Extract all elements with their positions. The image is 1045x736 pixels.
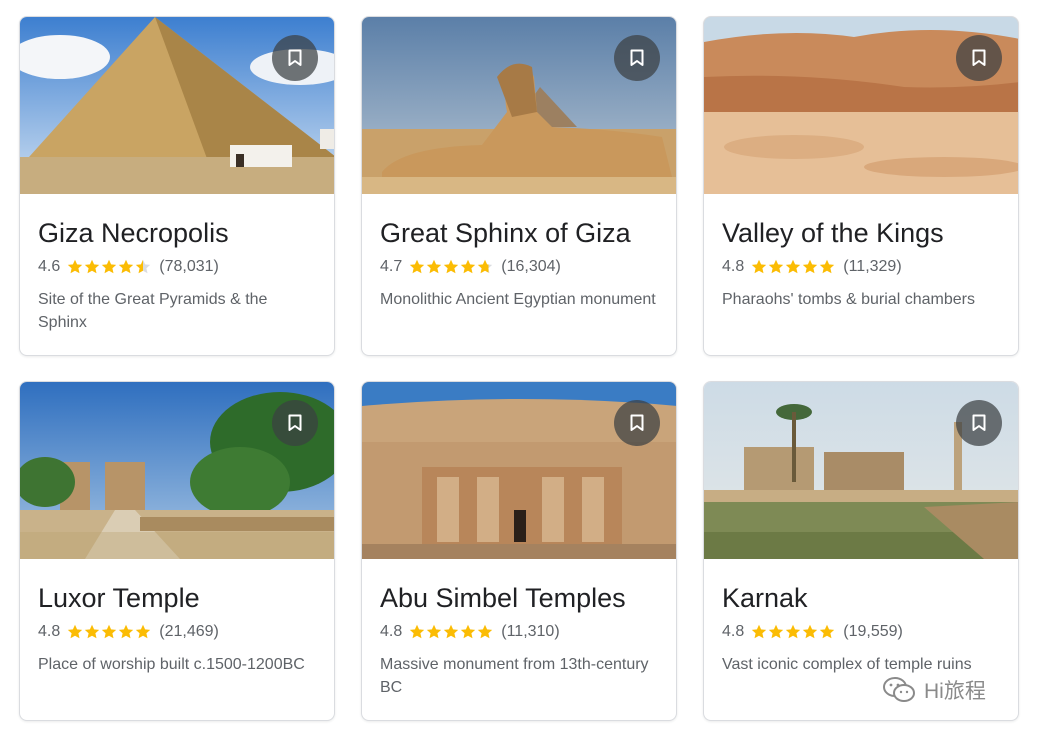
star-icon <box>427 624 442 639</box>
star-icon <box>136 624 151 639</box>
star-icon <box>444 624 459 639</box>
star-rating <box>67 624 152 640</box>
bookmark-icon <box>630 414 644 431</box>
star-icon <box>752 259 767 274</box>
star-icon <box>119 624 134 639</box>
attraction-card[interactable]: Valley of the Kings 4.8 (11,329) Pharaoh… <box>703 16 1019 356</box>
bookmark-button[interactable] <box>614 400 660 446</box>
star-icon <box>461 624 476 639</box>
attraction-photo[interactable] <box>362 17 676 194</box>
attraction-description: Massive monument from 13th-century BC <box>380 656 649 696</box>
attraction-title[interactable]: Giza Necropolis <box>38 216 316 250</box>
bookmark-icon <box>972 414 986 431</box>
star-icon <box>478 624 493 639</box>
rating-value: 4.7 <box>380 258 403 275</box>
attraction-description: Site of the Great Pyramids & the Sphinx <box>38 291 268 331</box>
rating-row: 4.6 (78,031) <box>38 255 316 279</box>
attraction-photo[interactable] <box>20 17 334 194</box>
attraction-card[interactable]: Karnak 4.8 (19,559) Vast iconic complex … <box>703 381 1019 721</box>
star-icon <box>119 259 134 274</box>
rating-value: 4.8 <box>380 623 403 640</box>
star-icon <box>478 259 493 274</box>
star-rating <box>409 259 494 275</box>
rating-value: 4.8 <box>722 623 745 640</box>
review-count[interactable]: (16,304) <box>501 258 561 276</box>
rating-row: 4.8 (11,310) <box>380 620 658 644</box>
star-icon <box>68 624 83 639</box>
bookmark-icon <box>288 49 302 66</box>
star-icon <box>85 624 100 639</box>
attraction-title[interactable]: Karnak <box>722 581 1000 615</box>
star-icon <box>769 624 784 639</box>
attraction-photo[interactable] <box>20 382 334 559</box>
star-icon <box>786 259 801 274</box>
star-icon <box>820 259 835 274</box>
attraction-photo[interactable] <box>704 17 1018 194</box>
star-icon <box>820 624 835 639</box>
bookmark-button[interactable] <box>956 400 1002 446</box>
review-count[interactable]: (21,469) <box>159 623 219 641</box>
attraction-photo[interactable] <box>362 382 676 559</box>
attraction-title[interactable]: Abu Simbel Temples <box>380 581 658 615</box>
star-icon <box>427 259 442 274</box>
bookmark-button[interactable] <box>272 35 318 81</box>
attraction-description: Place of worship built c.1500-1200BC <box>38 656 305 673</box>
bookmark-icon <box>288 414 302 431</box>
rating-value: 4.6 <box>38 258 61 275</box>
star-rating <box>751 259 836 275</box>
star-icon <box>444 259 459 274</box>
rating-row: 4.8 (19,559) <box>722 620 1000 644</box>
rating-value: 4.8 <box>722 258 745 275</box>
star-icon <box>752 624 767 639</box>
attractions-grid: Giza Necropolis 4.6 (78,031) Site of the… <box>0 0 1045 736</box>
attraction-description: Monolithic Ancient Egyptian monument <box>380 291 656 308</box>
star-rating <box>409 624 494 640</box>
rating-row: 4.8 (11,329) <box>722 255 1000 279</box>
attraction-card[interactable]: Great Sphinx of Giza 4.7 (16,304) Monoli… <box>361 16 677 356</box>
review-count[interactable]: (11,329) <box>843 258 901 276</box>
review-count[interactable]: (11,310) <box>501 623 559 641</box>
bookmark-icon <box>630 49 644 66</box>
attraction-description: Vast iconic complex of temple ruins <box>722 656 972 673</box>
star-icon <box>85 259 100 274</box>
star-icon <box>769 259 784 274</box>
attraction-description: Pharaohs' tombs & burial chambers <box>722 291 975 308</box>
bookmark-button[interactable] <box>956 35 1002 81</box>
attraction-title[interactable]: Great Sphinx of Giza <box>380 216 658 250</box>
star-rating <box>67 259 152 275</box>
star-icon <box>461 259 476 274</box>
star-rating <box>751 624 836 640</box>
rating-row: 4.8 (21,469) <box>38 620 316 644</box>
star-icon <box>410 259 425 274</box>
review-count[interactable]: (78,031) <box>159 258 219 276</box>
attraction-card[interactable]: Abu Simbel Temples 4.8 (11,310) Massive … <box>361 381 677 721</box>
bookmark-button[interactable] <box>272 400 318 446</box>
star-icon <box>102 259 117 274</box>
star-icon <box>410 624 425 639</box>
attraction-card[interactable]: Luxor Temple 4.8 (21,469) Place of worsh… <box>19 381 335 721</box>
star-icon <box>803 624 818 639</box>
attraction-title[interactable]: Valley of the Kings <box>722 216 1000 250</box>
bookmark-icon <box>972 49 986 66</box>
attraction-title[interactable]: Luxor Temple <box>38 581 316 615</box>
review-count[interactable]: (19,559) <box>843 623 903 641</box>
rating-value: 4.8 <box>38 623 61 640</box>
rating-row: 4.7 (16,304) <box>380 255 658 279</box>
star-icon <box>102 624 117 639</box>
bookmark-button[interactable] <box>614 35 660 81</box>
star-icon <box>803 259 818 274</box>
star-icon <box>136 259 151 274</box>
star-icon <box>68 259 83 274</box>
attraction-card[interactable]: Giza Necropolis 4.6 (78,031) Site of the… <box>19 16 335 356</box>
attraction-photo[interactable] <box>704 382 1018 559</box>
star-icon <box>786 624 801 639</box>
